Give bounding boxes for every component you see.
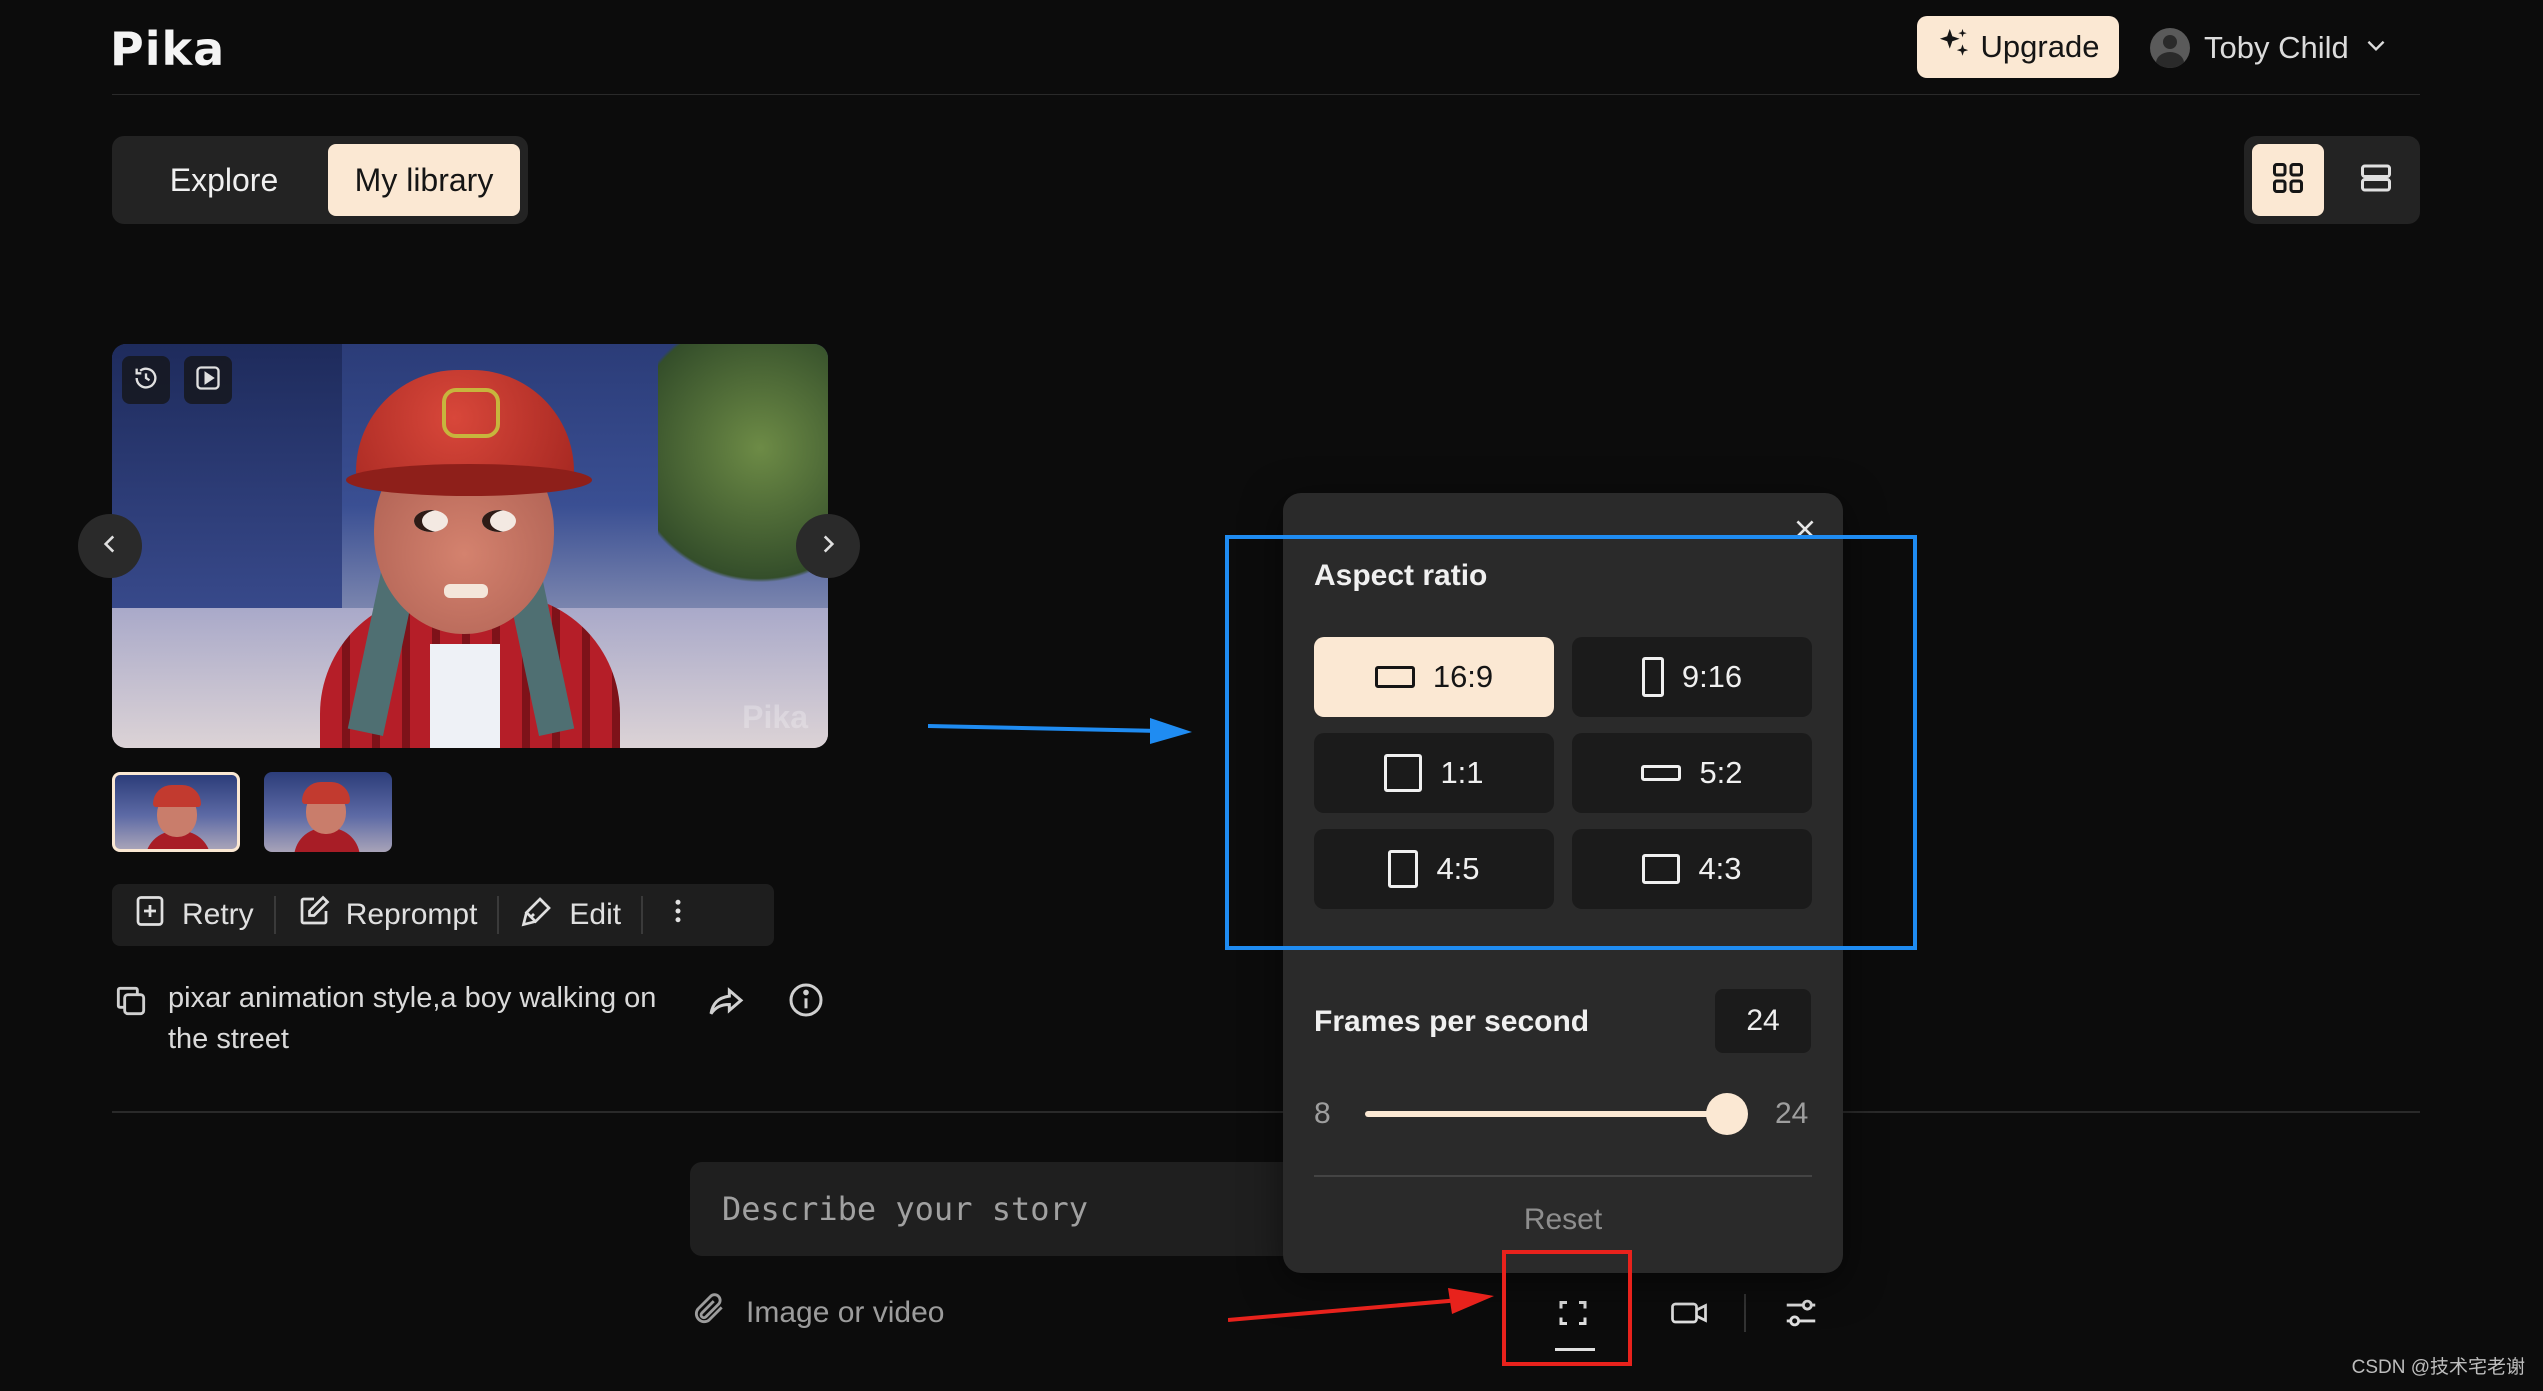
chevron-right-icon [815,531,841,562]
boy-cap-visor [346,464,592,496]
annotation-arrow [927,712,1198,757]
video-thumbnail-2[interactable] [264,772,392,852]
section-divider [112,1111,2420,1113]
play-icon [194,364,222,397]
list-icon [2358,160,2394,201]
attach-media-button[interactable]: Image or video [690,1290,944,1336]
paperclip-icon [690,1290,728,1336]
more-vertical-icon [663,893,693,937]
fps-min-label: 8 [1314,1097,1331,1130]
fps-value-input[interactable]: 24 [1715,989,1811,1053]
thumb-figure [153,785,201,807]
retry-icon [132,893,168,937]
reprompt-label: Reprompt [345,898,478,931]
copy-icon[interactable] [112,982,150,1025]
play-button[interactable] [184,356,232,404]
info-icon[interactable] [786,980,826,1025]
boy-mouth [444,584,488,598]
fps-title: Frames per second [1314,1005,1590,1038]
boy-shirt [430,644,500,748]
fps-slider-track[interactable] [1365,1111,1727,1117]
grid-view-button[interactable] [2252,144,2324,216]
settings-tool-button[interactable] [1766,1280,1836,1350]
thumb-figure [302,782,350,804]
annotation-highlight-box [1225,535,1917,950]
sparkle-icon [1937,26,1971,68]
popover-divider [1314,1175,1812,1177]
retry-label: Retry [182,898,254,931]
history-button[interactable] [122,356,170,404]
video-thumbnail-1[interactable] [112,772,240,852]
history-icon [132,364,160,397]
retry-button[interactable]: Retry [112,884,274,946]
attach-label: Image or video [746,1296,945,1329]
next-button[interactable] [796,514,860,578]
brush-icon [519,893,555,937]
library-tabs: Explore My library [112,136,528,224]
list-view-button[interactable] [2340,144,2412,216]
boy-eye [482,510,516,532]
pika-logo[interactable]: Pika [110,22,225,76]
fps-max-label: 24 [1775,1097,1809,1130]
annotation-arrow [1227,1284,1498,1329]
video-preview[interactable]: Pika [112,344,828,748]
prompt-text: pixar animation style,a boy walking on t… [168,982,657,1055]
reset-button[interactable]: Reset [1283,1203,1843,1237]
upgrade-label: Upgrade [1980,29,2100,64]
video-camera-icon [1668,1295,1710,1336]
watermark-credit: CSDN @技术宅老谢 [2351,1357,2525,1378]
camera-tool-button[interactable] [1654,1280,1724,1350]
video-action-bar: Retry Reprompt Edit [112,884,774,946]
annotation-highlight-box [1502,1250,1632,1366]
user-menu[interactable]: Toby Child [2150,22,2389,74]
edit-note-icon [296,893,332,937]
sliders-icon [1782,1294,1820,1337]
upgrade-button[interactable]: Upgrade [1917,16,2119,78]
tab-my-library[interactable]: My library [328,144,520,216]
grid-icon [2270,160,2306,201]
chevron-down-icon [2363,30,2389,66]
edit-button[interactable]: Edit [499,884,641,946]
tab-explore[interactable]: Explore [120,144,328,216]
chevron-left-icon [97,531,123,562]
share-icon[interactable] [706,982,746,1027]
header-divider [112,94,2420,95]
video-watermark: Pika [742,699,808,735]
reprompt-button[interactable]: Reprompt [276,884,498,946]
more-button[interactable] [643,884,713,946]
fps-slider-handle[interactable] [1706,1093,1748,1135]
edit-label: Edit [569,898,622,931]
user-name: Toby Child [2204,30,2349,65]
previous-button[interactable] [78,514,142,578]
cap-logo [442,388,500,438]
view-toggle [2244,136,2420,224]
avatar [2150,28,2190,68]
tool-separator [1744,1294,1746,1332]
boy-eye [414,510,448,532]
